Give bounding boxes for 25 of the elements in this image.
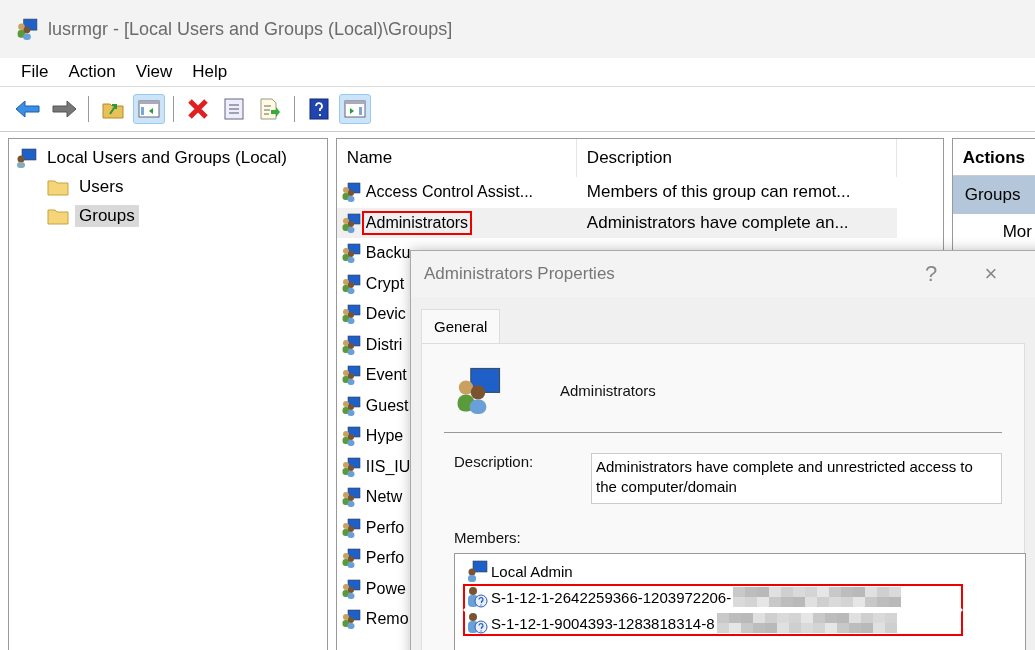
group-name: Perfo: [364, 517, 406, 538]
description-label: Description:: [454, 453, 535, 472]
member-name: S-1-12-1-9004393-1283818314-8: [491, 614, 715, 632]
group-name: Access Control Assist...: [364, 182, 535, 203]
group-name: Hype: [364, 426, 405, 447]
dialog-title: Administrators Properties: [424, 264, 616, 284]
group-name: Administrators: [560, 381, 656, 399]
group-name: Netw: [364, 487, 404, 508]
group-name: Distri: [364, 334, 404, 355]
group-name: Perfo: [364, 548, 406, 569]
group-name: Devic: [364, 304, 407, 325]
group-name: IIS_IU: [364, 456, 412, 477]
group-name: Powe: [364, 578, 407, 599]
window-title: lusrmgr - [Local Users and Groups (Local)\Groups]: [48, 18, 453, 40]
group-name: Backu: [364, 243, 412, 264]
group-description: Administrators have complete an...: [585, 212, 849, 233]
member-name: S-1-12-1-2642259366-1203972206-: [491, 588, 732, 606]
members-label: Members:: [454, 529, 521, 546]
group-name: Event: [364, 365, 408, 386]
group-name: Remo: [364, 609, 410, 630]
member-name: Local Admin: [491, 562, 573, 580]
group-name: Guest: [364, 395, 410, 416]
group-name: Administrators: [361, 210, 473, 235]
group-description: Members of this group can remot...: [585, 182, 851, 203]
group-name: Crypt: [364, 273, 406, 294]
